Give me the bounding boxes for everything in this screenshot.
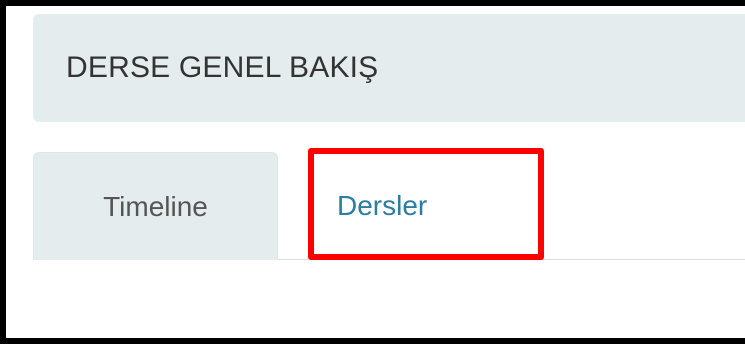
page-frame: DERSE GENEL BAKIŞ Timeline Dersler xyxy=(0,0,745,344)
course-overview-header: DERSE GENEL BAKIŞ xyxy=(33,14,745,122)
tab-timeline[interactable]: Timeline xyxy=(33,152,278,260)
tab-timeline-label: Timeline xyxy=(103,190,208,222)
course-overview-title: DERSE GENEL BAKIŞ xyxy=(66,51,379,84)
tab-bar: Timeline Dersler xyxy=(33,152,745,260)
tab-dersler-label: Dersler xyxy=(337,190,428,221)
tab-dersler[interactable]: Dersler xyxy=(333,152,427,260)
